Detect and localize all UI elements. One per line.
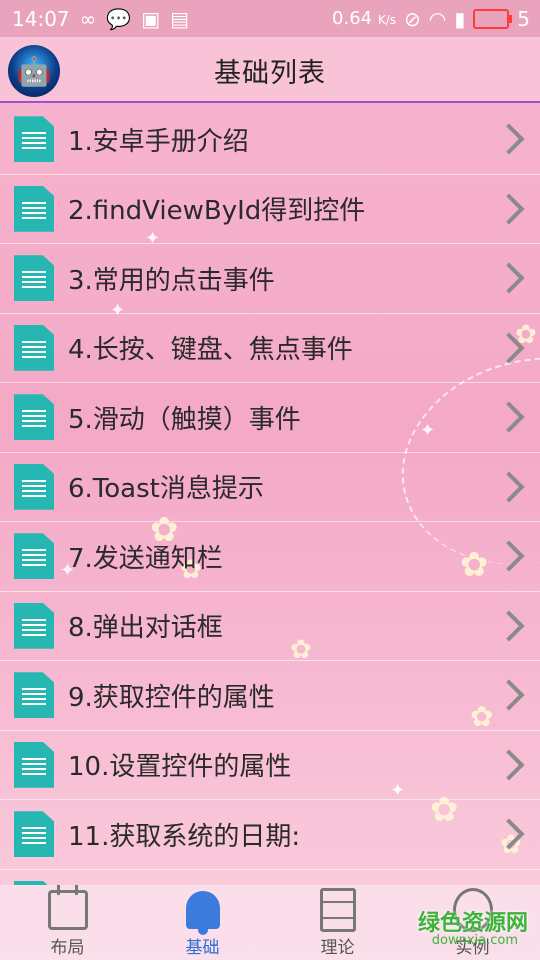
list-item[interactable]: 3.常用的点击事件	[0, 244, 540, 314]
list-item-label: 7.发送通知栏	[68, 543, 223, 574]
image-icon: ▣	[141, 6, 161, 31]
notification-icon: ▤	[170, 6, 190, 31]
document-icon	[14, 394, 54, 441]
list-item-label: 10.设置控件的属性	[68, 752, 292, 783]
list-item-label: 3.常用的点击事件	[68, 265, 275, 296]
list-item-label: 11.获取系统的日期:	[68, 821, 301, 852]
document-icon	[14, 255, 54, 302]
watermark-url: downxia.com	[431, 933, 518, 948]
list-item-label: 2.findViewById得到控件	[68, 196, 366, 227]
tab-label: 理论	[320, 938, 355, 958]
calendar-icon	[47, 885, 88, 930]
list-item[interactable]: 4.长按、键盘、焦点事件	[0, 314, 540, 383]
list-item[interactable]: 2.findViewById得到控件	[0, 175, 540, 244]
bell-icon	[185, 891, 220, 935]
list-item[interactable]: 8.弹出对话框	[0, 592, 540, 661]
list-item-label: 8.弹出对话框	[68, 613, 223, 644]
tab-label: 布局	[50, 938, 85, 958]
chevron-right-icon	[493, 818, 525, 850]
chevron-right-icon	[493, 123, 525, 155]
list-item[interactable]: 6.Toast消息提示	[0, 453, 540, 522]
list-item[interactable]: 9.获取控件的属性	[0, 661, 540, 731]
list-item-label: 6.Toast消息提示	[68, 474, 264, 505]
document-icon	[14, 533, 54, 580]
wifi-icon: ◠	[428, 6, 447, 31]
document-icon	[14, 672, 54, 719]
topic-list: 1.安卓手册介绍 2.findViewById得到控件 3.常用的点击事件 4.…	[0, 105, 540, 885]
signal-number: 5	[517, 6, 530, 31]
tab-layout[interactable]: 布局	[0, 885, 135, 960]
list-item[interactable]: 10.设置控件的属性	[0, 731, 540, 800]
list-item[interactable]	[0, 870, 540, 885]
avatar[interactable]: 🤖	[8, 45, 60, 97]
document-icon	[14, 185, 54, 232]
list-item[interactable]: 7.发送通知栏	[0, 522, 540, 592]
title-bar: 🤖 基础列表	[0, 37, 540, 103]
chevron-right-icon	[493, 749, 525, 781]
tab-theory[interactable]: 理论	[270, 885, 405, 960]
document-icon	[14, 741, 54, 788]
chevron-right-icon	[493, 401, 525, 433]
list-item[interactable]: 5.滑动（触摸）事件	[0, 383, 540, 453]
list-item[interactable]: 11.获取系统的日期:	[0, 800, 540, 870]
chat-bubble-icon: 💬	[106, 6, 132, 31]
document-icon	[319, 888, 356, 932]
signal-icon: ▮	[454, 6, 466, 31]
document-icon	[14, 116, 54, 163]
chevron-right-icon	[493, 610, 525, 642]
status-bar: 14:07 ∞ 💬 ▣ ▤ 0.64 K/s ⊘ ◠ ▮ 5	[0, 0, 540, 37]
list-item-label: 4.长按、键盘、焦点事件	[68, 335, 353, 366]
list-item[interactable]: 1.安卓手册介绍	[0, 105, 540, 175]
network-speed: 0.64 K/s	[332, 8, 397, 29]
list-item-label: 1.安卓手册介绍	[68, 126, 249, 157]
document-icon	[14, 324, 54, 371]
document-icon	[14, 602, 54, 649]
chevron-right-icon	[493, 193, 525, 225]
status-time: 14:07	[12, 6, 70, 31]
mute-icon: ⊘	[404, 6, 421, 31]
page-title: 基础列表	[214, 57, 326, 89]
list-item-label: 5.滑动（触摸）事件	[68, 404, 301, 435]
chevron-right-icon	[493, 332, 525, 364]
list-item-label: 9.获取控件的属性	[68, 682, 275, 713]
document-icon	[14, 811, 54, 858]
infinity-icon: ∞	[79, 6, 97, 31]
document-icon	[14, 463, 54, 510]
chevron-right-icon	[493, 540, 525, 572]
chevron-right-icon	[493, 679, 525, 711]
tab-basics[interactable]: 基础	[135, 885, 270, 960]
chevron-right-icon	[493, 471, 525, 503]
tab-label: 基础	[185, 938, 220, 958]
battery-icon	[473, 8, 513, 29]
chevron-right-icon	[493, 262, 525, 294]
